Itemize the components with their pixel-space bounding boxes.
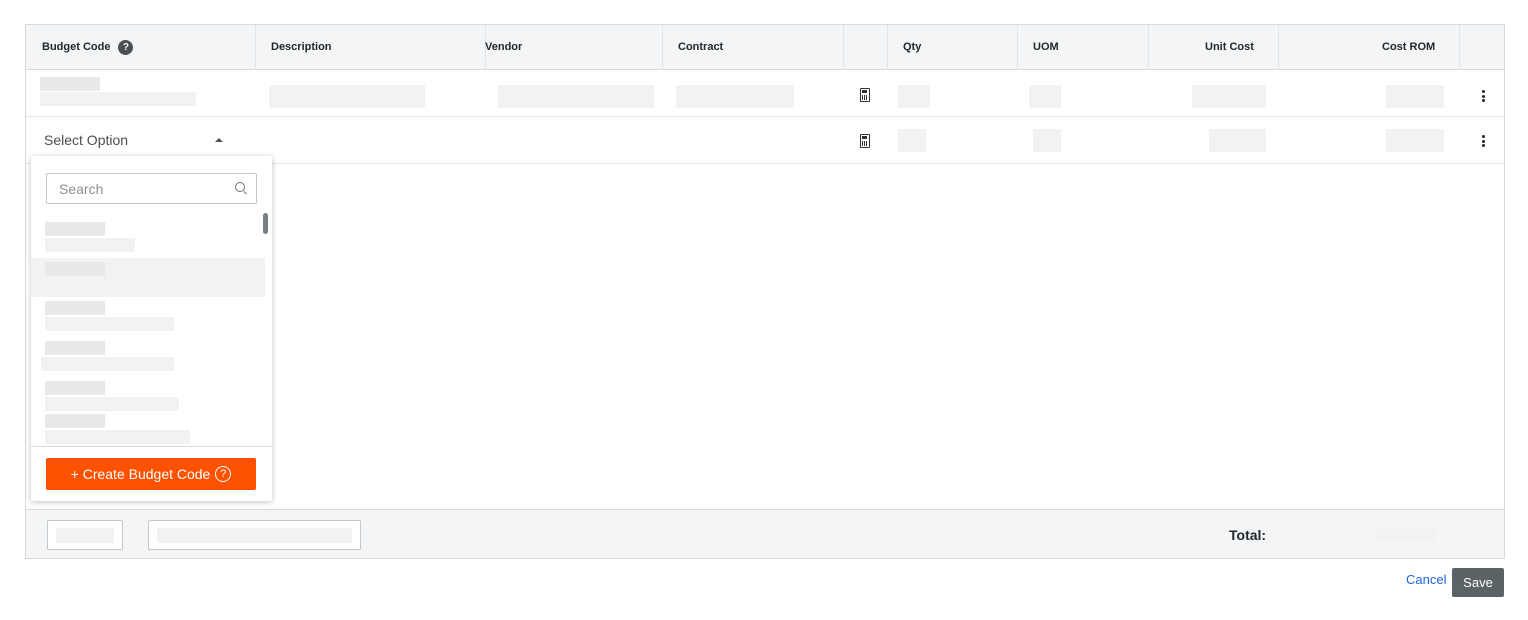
column-header-cost-rom: Cost ROM — [1382, 25, 1435, 69]
calculator-icon[interactable] — [860, 134, 870, 148]
column-header-contract: Contract — [678, 25, 723, 69]
list-item[interactable] — [31, 378, 265, 412]
search-icon — [235, 182, 245, 192]
search-input[interactable] — [47, 174, 227, 203]
list-item[interactable] — [31, 214, 265, 254]
table-footer: Total: — [26, 509, 1504, 558]
search-field[interactable] — [46, 173, 257, 204]
list-item[interactable] — [31, 298, 265, 338]
column-header-budget-code: Budget Code ? — [42, 25, 133, 69]
table-row — [26, 70, 1504, 117]
help-icon[interactable]: ? — [215, 466, 231, 482]
placeholder-block — [1029, 85, 1061, 108]
scrollbar[interactable] — [263, 213, 268, 234]
kebab-menu-icon[interactable] — [1481, 135, 1485, 147]
total-label: Total: — [1229, 510, 1266, 559]
column-header-unit-cost: Unit Cost — [1205, 25, 1254, 69]
unit-cost-input[interactable] — [1209, 129, 1266, 152]
footer-field[interactable] — [148, 520, 361, 550]
uom-input[interactable] — [1033, 129, 1061, 152]
cost-rom-input[interactable] — [1386, 129, 1444, 152]
column-header-description: Description — [271, 25, 332, 69]
column-header-uom: UOM — [1033, 25, 1059, 69]
qty-input[interactable] — [898, 129, 926, 152]
placeholder-block — [898, 85, 930, 108]
placeholder-block — [1386, 85, 1444, 108]
placeholder-block — [1192, 85, 1266, 108]
divider — [31, 446, 272, 447]
caret-up-icon[interactable] — [215, 138, 223, 142]
cancel-button[interactable]: Cancel — [1406, 572, 1446, 587]
total-value — [1376, 527, 1436, 542]
option-list[interactable] — [31, 212, 272, 446]
help-icon[interactable]: ? — [118, 40, 133, 55]
kebab-menu-icon[interactable] — [1481, 90, 1485, 102]
placeholder-block — [40, 77, 100, 91]
create-budget-code-button[interactable]: + Create Budget Code ? — [46, 458, 256, 490]
column-header-vendor: Vendor — [485, 25, 522, 69]
list-item[interactable] — [31, 338, 265, 378]
placeholder-block — [269, 85, 425, 108]
placeholder-block — [40, 92, 196, 106]
list-item[interactable] — [31, 258, 265, 297]
calculator-icon[interactable] — [860, 88, 870, 102]
column-header-qty: Qty — [903, 25, 921, 69]
save-button[interactable]: Save — [1452, 568, 1504, 597]
table-header: Budget Code ? Description Vendor Contrac… — [26, 25, 1504, 70]
placeholder-block — [498, 85, 654, 108]
budget-code-dropdown: + Create Budget Code ? — [31, 156, 272, 501]
list-item[interactable] — [31, 412, 265, 446]
footer-field[interactable] — [47, 520, 123, 550]
placeholder-block — [676, 85, 794, 108]
